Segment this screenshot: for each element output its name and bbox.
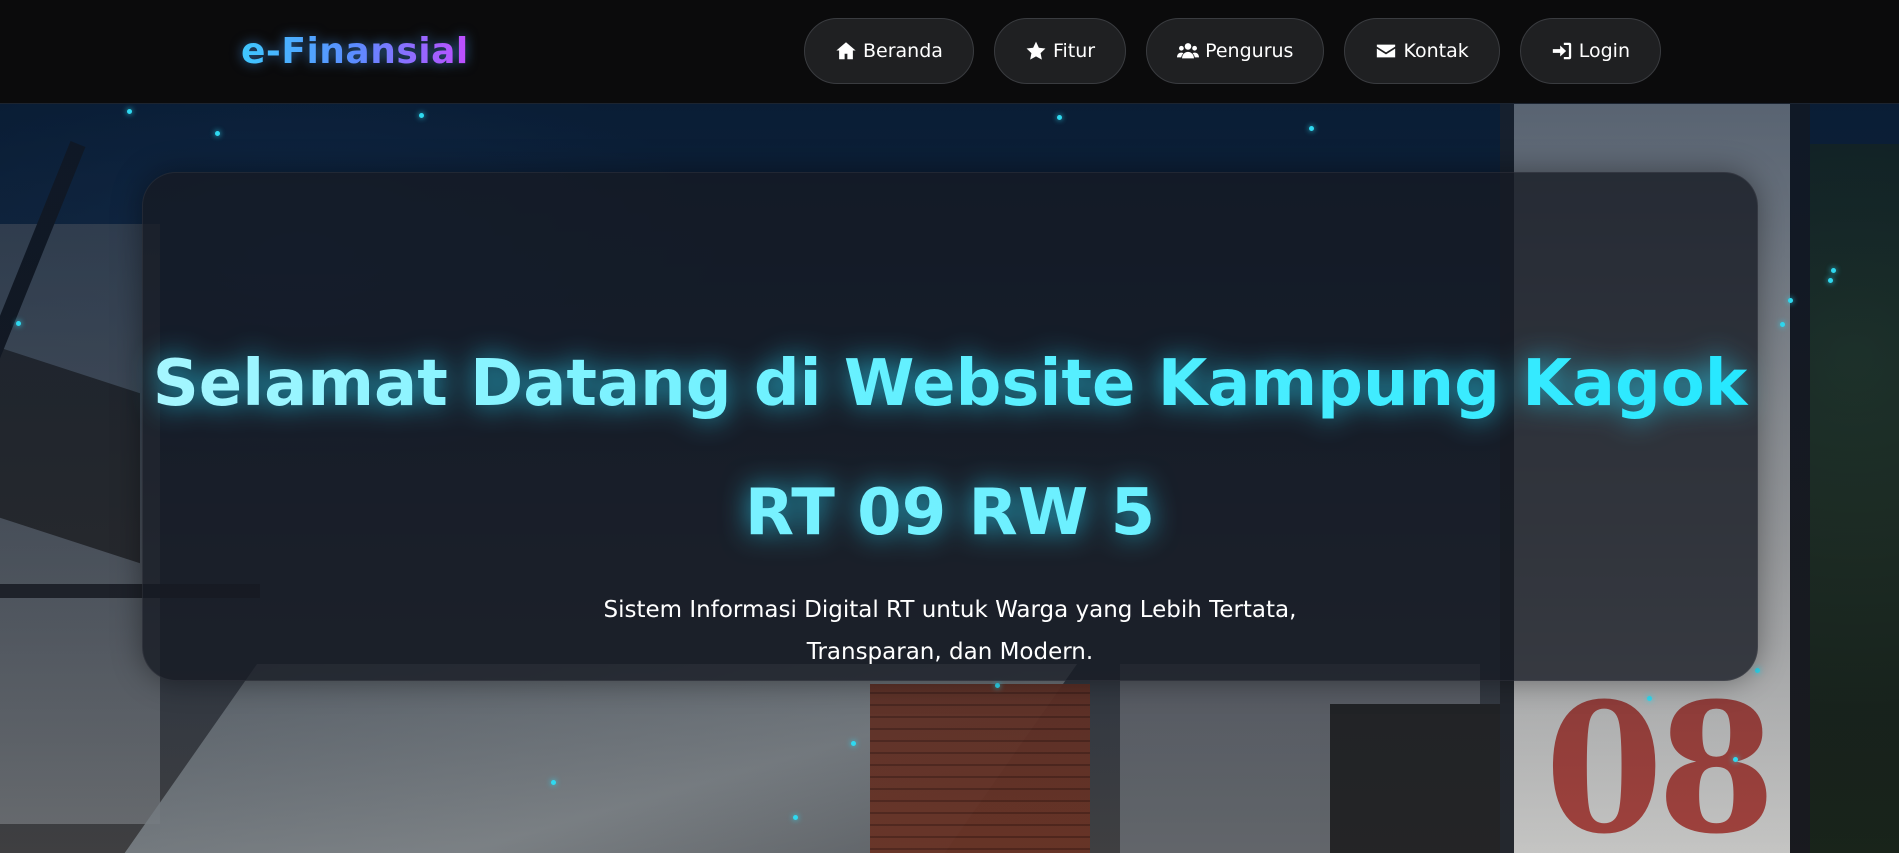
particle	[551, 780, 556, 785]
particle	[995, 683, 1000, 688]
hero-section: 08 Selamat Datang di Website Kampung Kag…	[0, 104, 1899, 853]
nav-item-pengurus[interactable]: Pengurus	[1146, 18, 1325, 84]
particle	[1828, 278, 1833, 283]
particle	[1647, 696, 1652, 701]
hero-subtitle-location: RT 09 RW 5	[143, 473, 1757, 553]
nav-menu: Beranda Fitur Pengurus Kontak Login	[804, 18, 1661, 84]
hero-title: Selamat Datang di Website Kampung Kagok	[143, 344, 1757, 424]
particle	[1733, 757, 1738, 762]
particle	[1788, 298, 1793, 303]
brand-logo[interactable]: e-Finansial	[241, 28, 469, 76]
home-icon	[836, 42, 856, 60]
particle	[127, 109, 132, 114]
particle	[215, 131, 220, 136]
sign-in-icon	[1552, 42, 1571, 60]
nav-item-label: Login	[1578, 40, 1630, 62]
particle	[793, 815, 798, 820]
nav-item-label: Pengurus	[1205, 40, 1294, 62]
navbar: e-Finansial Beranda Fitur Pengurus Konta…	[0, 0, 1899, 104]
nav-item-fitur[interactable]: Fitur	[993, 18, 1127, 84]
particle	[419, 113, 424, 118]
nav-item-kontak[interactable]: Kontak	[1344, 18, 1500, 84]
nav-item-label: Beranda	[863, 40, 943, 62]
star-icon	[1026, 41, 1046, 60]
nav-item-beranda[interactable]: Beranda	[804, 18, 974, 84]
particle	[16, 321, 21, 326]
hero-description: Sistem Informasi Digital RT untuk Warga …	[143, 589, 1757, 673]
particle	[1780, 322, 1785, 327]
hero-description-line: Sistem Informasi Digital RT untuk Warga …	[603, 597, 1297, 623]
users-icon	[1177, 43, 1200, 59]
nav-item-label: Fitur	[1052, 40, 1096, 62]
envelope-icon	[1377, 44, 1396, 58]
nav-item-login[interactable]: Login	[1519, 18, 1661, 84]
particle	[1831, 268, 1836, 273]
hero-card: Selamat Datang di Website Kampung Kagok …	[142, 172, 1758, 681]
particle	[1057, 115, 1062, 120]
nav-item-label: Kontak	[1403, 40, 1469, 62]
particle	[1309, 126, 1314, 131]
particle	[851, 741, 856, 746]
hero-description-line: Transparan, dan Modern.	[806, 639, 1094, 665]
